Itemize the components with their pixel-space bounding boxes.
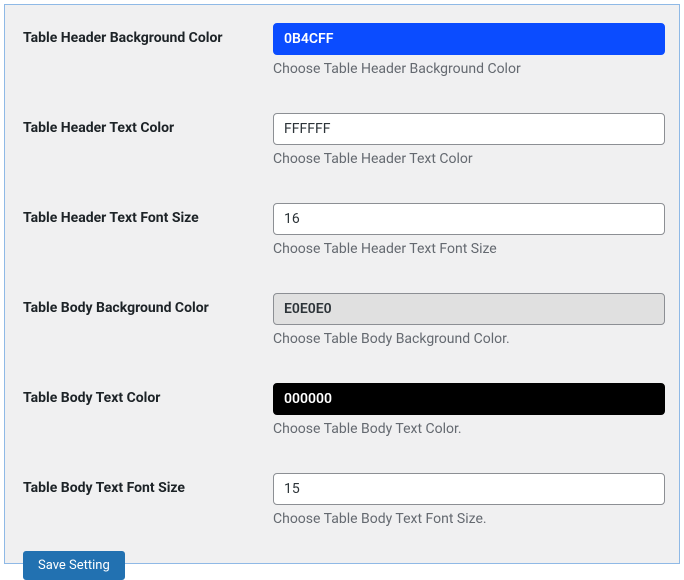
- row-header-font-size: Table Header Text Font Size Choose Table…: [23, 203, 661, 257]
- row-body-font-size: Table Body Text Font Size Choose Table B…: [23, 473, 661, 527]
- field-header-font-size: Choose Table Header Text Font Size: [273, 203, 665, 257]
- input-body-text-color[interactable]: [273, 383, 665, 415]
- field-header-bg: Choose Table Header Background Color: [273, 23, 665, 77]
- field-body-text-color: Choose Table Body Text Color.: [273, 383, 665, 437]
- help-header-text-color: Choose Table Header Text Color: [273, 151, 665, 167]
- settings-panel: Table Header Background Color Choose Tab…: [4, 4, 680, 564]
- field-body-bg: Choose Table Body Background Color.: [273, 293, 665, 347]
- label-header-font-size: Table Header Text Font Size: [23, 203, 273, 228]
- input-body-bg[interactable]: [273, 293, 665, 325]
- help-header-font-size: Choose Table Header Text Font Size: [273, 241, 665, 257]
- row-body-bg: Table Body Background Color Choose Table…: [23, 293, 661, 347]
- help-header-bg: Choose Table Header Background Color: [273, 61, 665, 77]
- input-body-font-size[interactable]: [273, 473, 665, 505]
- row-header-text-color: Table Header Text Color Choose Table Hea…: [23, 113, 661, 167]
- label-header-bg: Table Header Background Color: [23, 23, 273, 48]
- row-body-text-color: Table Body Text Color Choose Table Body …: [23, 383, 661, 437]
- input-header-bg[interactable]: [273, 23, 665, 55]
- input-header-text-color[interactable]: [273, 113, 665, 145]
- field-body-font-size: Choose Table Body Text Font Size.: [273, 473, 665, 527]
- help-body-bg: Choose Table Body Background Color.: [273, 331, 665, 347]
- input-header-font-size[interactable]: [273, 203, 665, 235]
- label-body-font-size: Table Body Text Font Size: [23, 473, 273, 498]
- help-body-text-color: Choose Table Body Text Color.: [273, 421, 665, 437]
- field-header-text-color: Choose Table Header Text Color: [273, 113, 665, 167]
- label-body-bg: Table Body Background Color: [23, 293, 273, 318]
- help-body-font-size: Choose Table Body Text Font Size.: [273, 511, 665, 527]
- label-body-text-color: Table Body Text Color: [23, 383, 273, 408]
- label-header-text-color: Table Header Text Color: [23, 113, 273, 138]
- row-header-bg: Table Header Background Color Choose Tab…: [23, 23, 661, 77]
- save-button[interactable]: Save Setting: [23, 551, 125, 580]
